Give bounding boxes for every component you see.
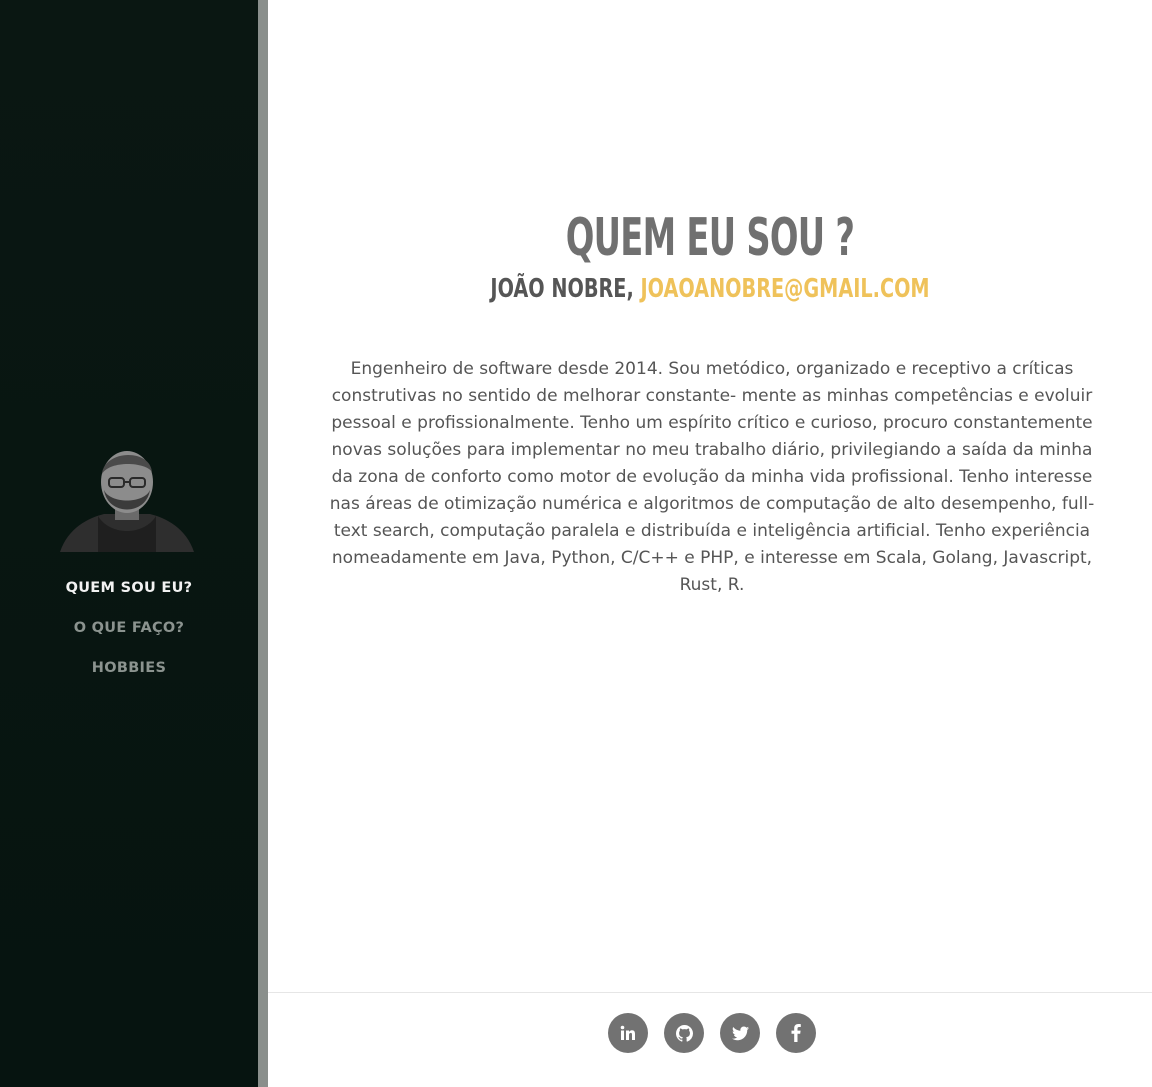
bio-text: Engenheiro de software desde 2014. Sou m… xyxy=(329,359,1095,595)
social-links xyxy=(608,1013,816,1053)
main-content: QUEM EU SOU ? JOÃO NOBRE, JOAOANOBRE@GMA… xyxy=(268,0,1152,992)
github-icon xyxy=(675,1024,693,1042)
facebook-button[interactable] xyxy=(776,1013,816,1053)
footer xyxy=(268,992,1152,1087)
sidebar-edge xyxy=(258,0,268,1087)
nav-item-hobbies[interactable]: HOBBIES xyxy=(0,654,258,694)
nav-item-quem-sou-eu[interactable]: QUEM SOU EU? xyxy=(0,574,258,614)
avatar xyxy=(60,444,194,552)
subtitle: JOÃO NOBRE, JOAOANOBRE@GMAIL.COM xyxy=(383,274,1037,304)
page-title: QUEM EU SOU ? xyxy=(565,208,855,268)
twitter-icon xyxy=(731,1025,749,1041)
nav-item-o-que-faco[interactable]: O QUE FAÇO? xyxy=(0,614,258,654)
github-button[interactable] xyxy=(664,1013,704,1053)
sidebar: QUEM SOU EU? O QUE FAÇO? HOBBIES xyxy=(0,0,258,1087)
facebook-icon xyxy=(791,1024,801,1042)
sidebar-nav: QUEM SOU EU? O QUE FAÇO? HOBBIES xyxy=(0,574,258,694)
linkedin-icon xyxy=(620,1025,636,1041)
linkedin-button[interactable] xyxy=(608,1013,648,1053)
author-name: JOÃO NOBRE, xyxy=(490,274,641,304)
email-link[interactable]: JOAOANOBRE@GMAIL.COM xyxy=(640,274,929,304)
twitter-button[interactable] xyxy=(720,1013,760,1053)
